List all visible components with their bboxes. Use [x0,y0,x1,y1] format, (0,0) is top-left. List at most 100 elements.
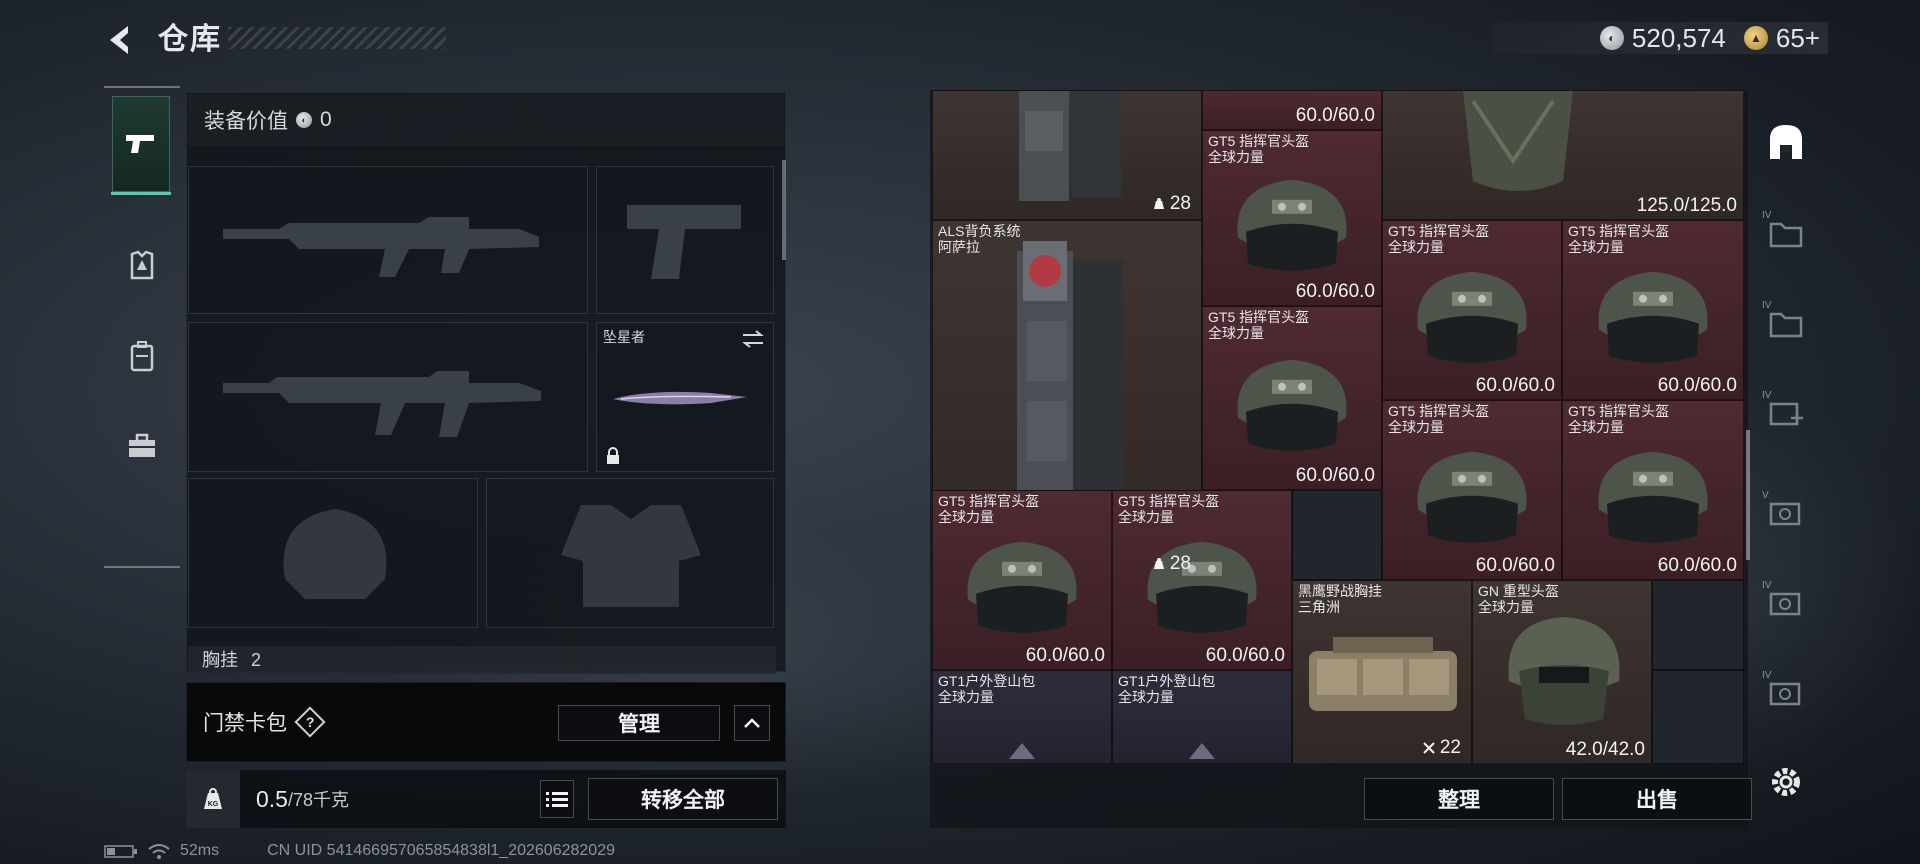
stash-item-chest-rig[interactable]: 黑鹰野战胸挂 三角洲 22 [1292,580,1472,764]
help-icon[interactable]: ? [294,706,326,738]
stash-empty-cell[interactable] [1292,490,1382,580]
nav-item-armor[interactable] [112,236,172,296]
helmet-icon [967,541,1077,633]
list-icon [546,792,568,807]
stash-item-helmet[interactable]: GT5 指挥官头盔 全球力量 60.0/60.0 [1382,220,1562,400]
equip-value-bar: 装备价值 ◐ 0 [188,94,784,146]
stash-item-armor[interactable]: 125.0/125.0 [1382,90,1744,220]
loadout-scrollbar[interactable] [782,160,786,260]
stash-folder-button[interactable]: IV [1762,298,1810,346]
rarity-triangle-icon [1189,743,1215,759]
weight-icon: KG [204,788,222,809]
nav-item-backpack[interactable] [112,326,172,386]
svg-text:KG: KG [208,801,219,808]
stash-item-backpack[interactable]: 28 [932,90,1202,220]
item-name: 黑鹰野战胸挂 [1298,583,1382,599]
item-name: GT5 指挥官头盔 [1388,403,1490,419]
item-faction: 全球力量 [1118,509,1174,525]
nav-item-weapons[interactable] [111,96,171,195]
tier-label: IV [1762,670,1772,681]
primary-weapon-slot[interactable] [188,166,588,314]
helmet-icon [1417,271,1527,363]
backpack-icon [130,341,154,372]
stash-scan-button[interactable]: IV [1762,578,1810,626]
transfer-all-button[interactable]: 转移全部 [588,778,778,820]
stash-item-heavy-helmet[interactable]: GN 重型头盔 全球力量 42.0/42.0 [1472,580,1652,764]
sell-button[interactable]: 出售 [1562,778,1752,820]
collapse-button[interactable] [734,705,770,741]
item-count: 28 [1152,193,1191,215]
backpack-icon [1019,91,1121,201]
list-view-button[interactable] [540,780,574,818]
chest-rig-row[interactable]: 胸挂 2 [188,646,776,674]
item-name: GT1户外登山包 [938,673,1036,689]
stash-item-helmet[interactable]: GT5 指挥官头盔 全球力量 60.0/60.0 [1202,130,1382,306]
add-icon [1769,402,1803,426]
armor-slot[interactable] [486,478,774,628]
item-count: 22 [1422,737,1461,759]
stash-home-button[interactable] [1762,118,1810,166]
stash-scan-button[interactable]: V [1762,488,1810,536]
item-name: ALS背负系统 [938,223,1021,239]
stash-item-helmet[interactable]: GT5 指挥官头盔 全球力量 60.0/60.0 [1202,306,1382,490]
lock-icon [607,447,619,464]
nav-divider [104,566,180,568]
settings-button[interactable] [1762,758,1810,806]
folder-icon [1769,312,1803,338]
item-durability: 60.0/60.0 [1295,281,1375,302]
item-name: GT1户外登山包 [1118,673,1216,689]
helmet-icon [1508,617,1620,725]
nav-divider [104,86,180,88]
melee-name: 坠星者 [603,329,645,345]
item-faction: 全球力量 [1208,149,1264,165]
stash-item-helmet[interactable]: GT5 指挥官头盔 全球力量 60.0/60.0 [932,490,1112,670]
back-button[interactable] [100,20,140,60]
nav-item-toolbox[interactable] [112,416,172,476]
stash-item-helmet[interactable]: GT5 指挥官头盔 全球力量 60.0/60.0 [1562,220,1744,400]
currency-bar: ◐ 520,574 ▲ 65+ [1492,22,1828,54]
helmet-slot[interactable] [188,478,478,628]
currency-premium-value[interactable]: 65+ [1776,23,1820,54]
stash-item-gt1-backpack[interactable]: GT1户外登山包 全球力量 [932,670,1112,764]
coin-icon: ◐ [296,112,312,128]
stash-tools: IV IV IV V IV IV [1758,90,1812,828]
stash-item-helmet[interactable]: GT5 指挥官头盔 全球力量 60.0/60.0 [1112,490,1292,670]
stash-item-helmet[interactable]: GT5 指挥官头盔 全球力量 60.0/60.0 [1562,400,1744,580]
scan-icon [1769,502,1801,526]
stash-item-gt1-backpack[interactable]: GT1户外登山包 全球力量 [1112,670,1292,764]
item-faction: 全球力量 [1388,239,1444,255]
tier-label: IV [1762,300,1772,311]
chest-rig-icon [1309,637,1457,711]
stash-add-button[interactable]: IV [1762,388,1810,436]
sort-button[interactable]: 整理 [1364,778,1554,820]
rifle-silhouette-icon [223,217,539,277]
secondary-weapon-slot[interactable] [188,322,588,472]
wifi-icon [148,844,170,859]
weight-icon-box: KG [186,770,240,828]
item-durability: 60.0/60.0 [1205,645,1285,666]
pistol-slot[interactable] [596,166,774,314]
manage-button[interactable]: 管理 [558,705,720,741]
item-durability: 42.0/42.0 [1565,739,1645,760]
stash-item-helmet[interactable]: GT5 指挥官头盔 全球力量 60.0/60.0 [1382,400,1562,580]
premium-coin-icon: ▲ [1743,26,1768,50]
coin-icon: ◐ [1599,26,1624,50]
stash-scrollbar[interactable] [1746,430,1750,560]
equip-value-label: 装备价值 [204,110,288,133]
keycard-label: 门禁卡包 [203,712,287,735]
capacity-icon [1153,198,1164,209]
stash-scan-button[interactable]: IV [1762,668,1810,716]
helmet-icon [1147,541,1257,633]
gear-icon [1772,768,1800,796]
weight-current: 0.5 [256,785,288,812]
item-faction: 全球力量 [1568,419,1624,435]
stash-folder-button[interactable]: IV [1762,208,1810,256]
knife-icon [613,391,747,405]
stash-empty-cell[interactable] [1652,670,1744,764]
melee-slot[interactable]: 坠星者 [596,322,774,472]
swap-icon[interactable] [741,329,765,349]
stash-empty-cell[interactable] [1652,580,1744,670]
item-faction: 全球力量 [1118,689,1174,705]
stash-item-helmet[interactable]: 60.0/60.0 [1202,90,1382,130]
helmet-icon [1237,179,1347,271]
